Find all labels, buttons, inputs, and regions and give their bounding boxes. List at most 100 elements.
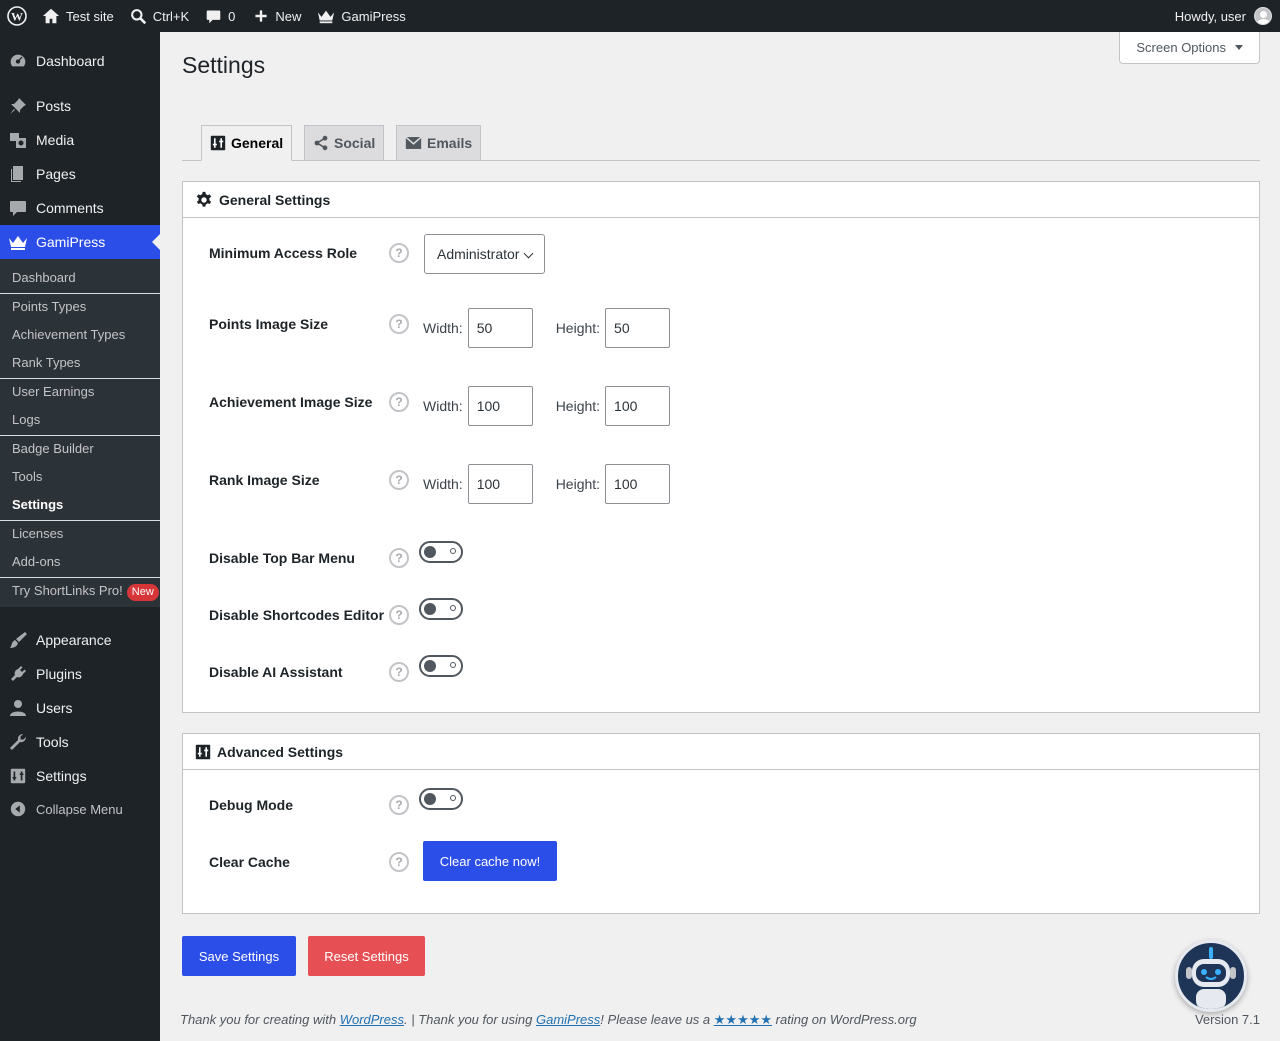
field-label: Achievement Image Size — [209, 394, 373, 410]
achievement-width-input[interactable] — [467, 386, 533, 426]
admin-sidebar: Dashboard Posts Media Pages Comments Gam… — [0, 32, 160, 1041]
submenu-points-types[interactable]: Points Types — [12, 297, 86, 317]
menu-users[interactable]: Users — [0, 691, 160, 725]
gamipress-bar-link[interactable]: GamiPress — [309, 0, 413, 32]
points-height-input[interactable] — [605, 308, 671, 348]
menu-settings[interactable]: Settings — [0, 759, 160, 793]
field-label: Clear Cache — [209, 854, 290, 870]
submenu-user-earnings[interactable]: User Earnings — [12, 382, 94, 402]
pages-icon — [0, 164, 36, 184]
wordpress-link[interactable]: WordPress — [340, 1012, 404, 1027]
rank-width-input[interactable] — [467, 464, 533, 504]
my-account-link[interactable]: Howdy, user — [1175, 0, 1272, 32]
submenu-tools[interactable]: Tools — [12, 467, 42, 487]
screen-options-button[interactable]: Screen Options — [1119, 32, 1260, 64]
tab-social[interactable]: Social — [304, 125, 385, 161]
help-icon[interactable]: ? — [389, 243, 409, 263]
home-icon — [42, 8, 60, 24]
help-icon[interactable]: ? — [389, 852, 409, 872]
plus-icon — [255, 10, 268, 22]
new-label: New — [275, 8, 302, 24]
debug-mode-toggle[interactable] — [419, 788, 463, 810]
help-icon[interactable]: ? — [389, 795, 409, 815]
disable-ai-assistant-toggle[interactable] — [419, 655, 463, 677]
submenu-logs[interactable]: Logs — [12, 410, 40, 430]
howdy-text: Howdy, user — [1174, 8, 1246, 24]
site-name-link[interactable]: Test site — [34, 0, 122, 32]
ai-assistant-robot-icon[interactable] — [1175, 940, 1247, 1012]
menu-plugins[interactable]: Plugins — [0, 657, 160, 691]
submenu-separator — [0, 293, 160, 294]
menu-pages[interactable]: Pages — [0, 157, 160, 191]
submenu-settings[interactable]: Settings — [12, 495, 63, 515]
save-settings-button[interactable]: Save Settings — [182, 936, 296, 976]
svg-text:W: W — [11, 10, 23, 24]
help-icon[interactable]: ? — [389, 605, 409, 625]
menu-dashboard[interactable]: Dashboard — [0, 44, 160, 78]
submenu-dashboard[interactable]: Dashboard — [12, 268, 76, 288]
help-icon[interactable]: ? — [389, 662, 409, 682]
disable-top-bar-toggle[interactable] — [419, 541, 463, 563]
wrench-icon — [0, 732, 36, 752]
achievement-height-input[interactable] — [605, 386, 671, 426]
menu-posts[interactable]: Posts — [0, 89, 160, 123]
menu-comments[interactable]: Comments — [0, 191, 160, 225]
page-title: Settings — [182, 52, 266, 78]
help-icon[interactable]: ? — [389, 548, 409, 568]
menu-tools[interactable]: Tools — [0, 725, 160, 759]
pin-icon — [0, 96, 36, 116]
caret-down-icon — [1235, 45, 1243, 50]
media-icon — [0, 130, 36, 150]
field-label: Disable Shortcodes Editor — [209, 607, 385, 623]
command-palette-link[interactable]: Ctrl+K — [122, 0, 197, 32]
settings-tabs: General Social Emails — [182, 125, 1260, 161]
tab-emails[interactable]: Emails — [396, 125, 482, 161]
main-content: Screen Options Settings General Social E… — [160, 32, 1280, 1041]
gamipress-link[interactable]: GamiPress — [536, 1012, 600, 1027]
wordpress-logo-icon[interactable]: W — [0, 0, 34, 32]
help-icon[interactable]: ? — [389, 392, 409, 412]
reset-settings-button[interactable]: Reset Settings — [308, 936, 425, 976]
admin-bar: W Test site Ctrl+K 0 New GamiPress Howdy… — [0, 0, 1280, 32]
avatar — [1254, 7, 1272, 25]
collapse-menu-button[interactable]: Collapse Menu — [0, 792, 160, 826]
clear-cache-button[interactable]: Clear cache now! — [423, 841, 557, 881]
plugin-icon — [0, 664, 36, 684]
rating-stars-link[interactable]: ★★★★★ — [714, 1012, 772, 1027]
disable-shortcodes-toggle[interactable] — [419, 598, 463, 620]
points-width-input[interactable] — [467, 308, 533, 348]
submenu-achievement-types[interactable]: Achievement Types — [12, 325, 125, 345]
collapse-icon — [0, 800, 36, 818]
submenu-licenses[interactable]: Licenses — [12, 524, 63, 544]
field-label: Minimum Access Role — [209, 245, 358, 261]
settings-icon — [210, 135, 226, 151]
points-size-fields: Width: Height: — [423, 308, 671, 348]
field-label: Debug Mode — [209, 797, 293, 813]
gamipress-label: GamiPress — [341, 8, 406, 24]
help-icon[interactable]: ? — [389, 470, 409, 490]
submenu-separator — [0, 378, 160, 379]
field-label: Disable AI Assistant — [209, 664, 343, 680]
new-content-link[interactable]: New — [245, 0, 309, 32]
submenu-badge-builder[interactable]: Badge Builder — [12, 439, 94, 459]
help-icon[interactable]: ? — [389, 314, 409, 334]
field-label: Points Image Size — [209, 316, 329, 332]
menu-appearance[interactable]: Appearance — [0, 623, 160, 657]
comment-icon — [206, 10, 221, 23]
submenu-rank-types[interactable]: Rank Types — [12, 353, 80, 373]
submenu-add-ons[interactable]: Add-ons — [12, 552, 60, 572]
comments-count: 0 — [228, 8, 236, 24]
dashboard-icon — [0, 51, 36, 71]
search-icon — [130, 8, 146, 24]
menu-gamipress[interactable]: GamiPress — [0, 225, 160, 259]
rank-size-fields: Width: Height: — [423, 464, 671, 504]
settings-icon — [195, 744, 211, 759]
submenu-try-shortlinks[interactable]: Try ShortLinks Pro! New — [12, 581, 159, 601]
advanced-settings-box: Advanced Settings Debug Mode ? Clear Cac… — [182, 733, 1260, 914]
comments-link[interactable]: 0 — [197, 0, 243, 32]
rank-height-input[interactable] — [605, 464, 671, 504]
tab-general[interactable]: General — [201, 125, 293, 161]
menu-media[interactable]: Media — [0, 123, 160, 157]
gear-icon — [196, 191, 212, 207]
minimum-access-role-select[interactable]: Administrator — [424, 234, 545, 274]
